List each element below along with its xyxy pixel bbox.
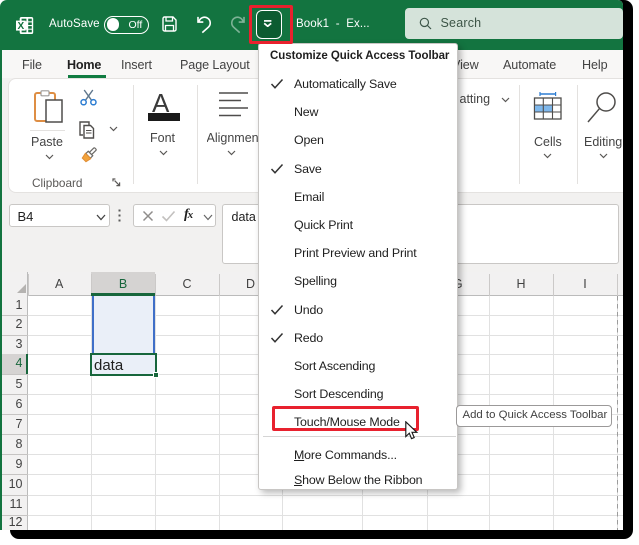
svg-text:X: X [17,21,24,32]
